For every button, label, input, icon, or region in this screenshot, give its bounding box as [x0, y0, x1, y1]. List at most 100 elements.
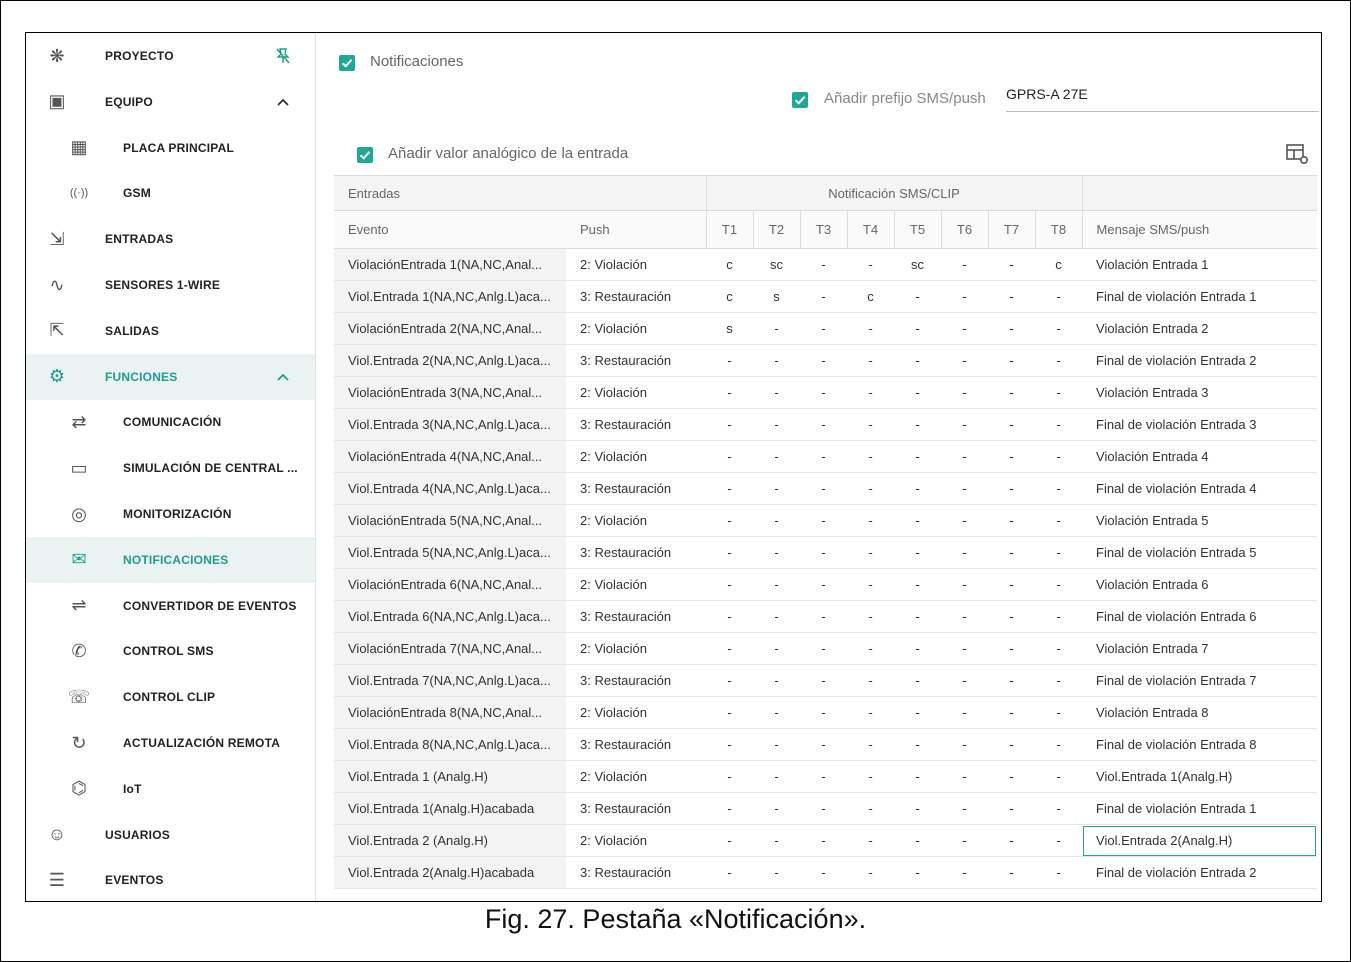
sidebar-item-placa-principal[interactable]: ▦ PLACA PRINCIPAL [26, 125, 315, 171]
table-cell[interactable]: 3: Restauración [566, 408, 707, 441]
table-cell[interactable]: 2: Violación [566, 568, 707, 601]
table-cell[interactable]: - [988, 632, 1036, 665]
column-header-t5[interactable]: T5 [893, 210, 942, 249]
table-cell[interactable]: - [847, 728, 895, 761]
table-cell[interactable]: - [988, 248, 1036, 281]
table-cell[interactable]: - [894, 472, 942, 505]
table-cell[interactable]: - [1035, 344, 1083, 377]
table-cell[interactable]: 2: Violación [566, 632, 707, 665]
table-cell[interactable]: 3: Restauración [566, 792, 707, 825]
table-row[interactable]: Viol.Entrada 1(NA,NC,Anlg.L)aca... 3: Res… [334, 280, 1318, 313]
table-cell[interactable]: - [941, 568, 989, 601]
table-cell[interactable]: - [847, 760, 895, 793]
table-cell[interactable]: c [847, 280, 895, 313]
table-cell[interactable]: - [706, 408, 754, 441]
sidebar-item-control-clip[interactable]: ☏ CONTROL CLIP [26, 674, 315, 720]
sidebar-item-equipo[interactable]: ▣ EQUIPO [26, 79, 315, 125]
table-cell[interactable]: - [753, 792, 801, 825]
sidebar-item-entradas[interactable]: ⇲ ENTRADAS [26, 216, 315, 262]
table-cell[interactable]: - [988, 568, 1036, 601]
table-cell[interactable]: Violación Entrada 1 [1082, 248, 1318, 281]
table-cell[interactable]: - [847, 408, 895, 441]
table-row[interactable]: ViolaciónEntrada 6(NA,NC,Anal... 2: Viola… [334, 568, 1318, 601]
table-cell[interactable]: - [706, 856, 754, 889]
table-cell[interactable]: - [941, 248, 989, 281]
table-cell[interactable]: - [753, 696, 801, 729]
table-cell[interactable]: - [1035, 664, 1083, 697]
table-cell[interactable]: - [847, 600, 895, 633]
table-cell[interactable]: 2: Violación [566, 440, 707, 473]
table-cell[interactable]: Viol.Entrada 5(NA,NC,Anlg.L)aca... [334, 536, 566, 569]
table-cell[interactable]: - [800, 728, 848, 761]
table-cell[interactable]: c [1035, 248, 1083, 281]
table-cell[interactable]: - [847, 856, 895, 889]
table-cell[interactable]: Violación Entrada 6 [1082, 568, 1318, 601]
table-cell[interactable]: Violación Entrada 2 [1082, 312, 1318, 345]
table-cell[interactable]: - [941, 824, 989, 857]
table-cell[interactable]: - [800, 792, 848, 825]
table-cell[interactable]: - [847, 632, 895, 665]
table-cell[interactable]: - [941, 728, 989, 761]
table-cell[interactable]: - [800, 824, 848, 857]
table-cell[interactable]: - [1035, 472, 1083, 505]
sidebar-item-funciones[interactable]: ⚙ FUNCIONES [26, 353, 315, 400]
table-cell[interactable]: - [706, 664, 754, 697]
table-cell[interactable]: - [941, 312, 989, 345]
table-cell[interactable]: - [706, 504, 754, 537]
table-cell[interactable]: 3: Restauración [566, 856, 707, 889]
table-cell[interactable]: - [894, 696, 942, 729]
table-cell[interactable]: c [706, 248, 754, 281]
table-cell[interactable]: - [894, 440, 942, 473]
table-row[interactable]: Viol.Entrada 2(Analg.H)acabada 3: Restaur… [334, 856, 1318, 889]
table-cell[interactable]: Violación Entrada 8 [1082, 696, 1318, 729]
table-cell[interactable]: - [800, 568, 848, 601]
table-cell[interactable]: - [894, 632, 942, 665]
table-cell[interactable]: - [941, 760, 989, 793]
table-cell[interactable]: - [847, 504, 895, 537]
table-cell[interactable]: 2: Violación [566, 760, 707, 793]
table-cell[interactable]: Violación Entrada 7 [1082, 632, 1318, 665]
table-cell[interactable]: - [800, 696, 848, 729]
table-cell[interactable]: - [1035, 504, 1083, 537]
sidebar-item-usuarios[interactable]: ☺ USUARIOS [26, 812, 315, 858]
table-cell[interactable]: - [800, 344, 848, 377]
table-cell[interactable]: - [753, 472, 801, 505]
table-cell[interactable]: - [800, 760, 848, 793]
table-cell[interactable]: Viol.Entrada 6(NA,NC,Anlg.L)aca... [334, 600, 566, 633]
table-row[interactable]: ViolaciónEntrada 8(NA,NC,Anal... 2: Viola… [334, 696, 1318, 729]
table-cell[interactable]: - [894, 344, 942, 377]
table-cell[interactable]: - [706, 760, 754, 793]
table-cell[interactable]: - [847, 664, 895, 697]
sidebar-item-actualización-remota[interactable]: ↻ ACTUALIZACIÓN REMOTA [26, 720, 315, 766]
table-cell[interactable]: - [894, 792, 942, 825]
chevron-up-icon[interactable] [276, 95, 290, 109]
table-cell[interactable]: - [800, 472, 848, 505]
table-cell[interactable]: - [847, 696, 895, 729]
table-cell[interactable]: - [753, 408, 801, 441]
table-cell[interactable]: Final de violación Entrada 1 [1082, 792, 1318, 825]
table-cell[interactable]: - [753, 664, 801, 697]
table-cell[interactable]: ViolaciónEntrada 7(NA,NC,Anal... [334, 632, 566, 665]
sidebar-item-simulación-de-central[interactable]: ▭ SIMULACIÓN DE CENTRAL ... [26, 445, 315, 491]
column-header-t7[interactable]: T7 [987, 210, 1036, 249]
prefix-checkbox[interactable] [792, 92, 808, 108]
table-cell[interactable]: - [847, 248, 895, 281]
table-cell[interactable]: - [988, 664, 1036, 697]
sidebar-item-control-sms[interactable]: ✆ CONTROL SMS [26, 628, 315, 674]
table-cell[interactable]: - [1035, 696, 1083, 729]
table-row[interactable]: Viol.Entrada 2 (Analg.H) 2: Violación - - - -… [334, 824, 1318, 857]
table-cell[interactable]: - [800, 600, 848, 633]
table-cell[interactable]: Viol.Entrada 2(Analg.H)acabada [334, 856, 566, 889]
table-cell[interactable]: Viol.Entrada 8(NA,NC,Anlg.L)aca... [334, 728, 566, 761]
table-cell[interactable]: - [988, 376, 1036, 409]
table-cell[interactable]: - [800, 632, 848, 665]
table-cell[interactable]: - [1035, 376, 1083, 409]
column-header-t6[interactable]: T6 [940, 210, 989, 249]
table-cell[interactable]: - [753, 600, 801, 633]
table-cell[interactable]: - [706, 696, 754, 729]
table-cell[interactable]: - [894, 600, 942, 633]
table-cell[interactable]: - [1035, 856, 1083, 889]
table-row[interactable]: Viol.Entrada 6(NA,NC,Anlg.L)aca... 3: Res… [334, 600, 1318, 633]
table-cell[interactable]: - [753, 504, 801, 537]
table-cell[interactable]: 2: Violación [566, 696, 707, 729]
